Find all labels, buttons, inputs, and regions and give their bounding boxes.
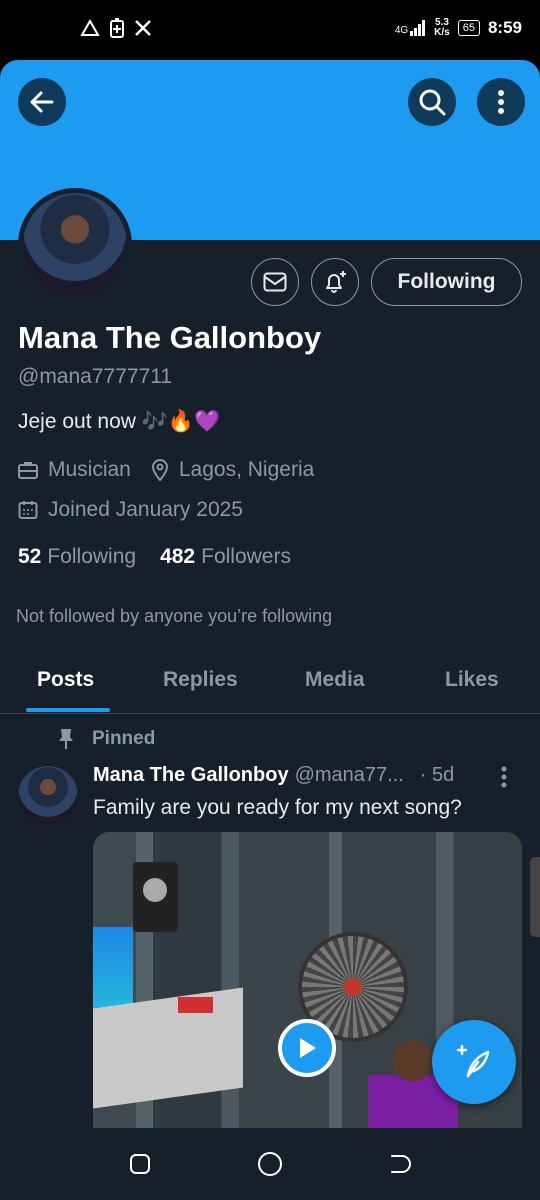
profile-photo bbox=[23, 193, 127, 297]
following-label: Following bbox=[47, 545, 137, 568]
video-scene-interface bbox=[178, 997, 213, 1013]
signal-indicator: 4G bbox=[395, 20, 426, 36]
active-tab-indicator bbox=[26, 708, 110, 712]
calendar-icon bbox=[18, 501, 38, 519]
post-author-name[interactable]: Mana The Gallonboy bbox=[93, 764, 289, 787]
play-icon bbox=[300, 1038, 316, 1058]
notifications-button[interactable] bbox=[311, 258, 359, 306]
following-button[interactable]: Following bbox=[371, 258, 522, 306]
tab-media[interactable]: Media bbox=[305, 668, 365, 692]
followers-label: Followers bbox=[201, 545, 291, 568]
more-vertical-icon bbox=[498, 90, 504, 114]
system-navigation-bar bbox=[0, 1128, 540, 1200]
profile-meta-row: Musician Lagos, Nigeria bbox=[18, 458, 314, 482]
home-circle-icon bbox=[258, 1152, 282, 1176]
message-button[interactable] bbox=[251, 258, 299, 306]
following-count: 52 bbox=[18, 545, 42, 568]
followers-count: 482 bbox=[160, 545, 196, 568]
bell-plus-icon bbox=[326, 271, 346, 293]
post-text: Family are you ready for my next song? bbox=[93, 796, 462, 819]
video-scene-desk bbox=[93, 987, 243, 1109]
compose-button[interactable] bbox=[432, 1020, 516, 1104]
play-button[interactable] bbox=[278, 1019, 336, 1077]
post-time: · 5d bbox=[419, 764, 455, 786]
back-nav-icon bbox=[391, 1155, 411, 1173]
profile-joined-row: Joined January 2025 bbox=[18, 498, 243, 522]
more-vertical-icon bbox=[501, 766, 507, 788]
pinned-label: Pinned bbox=[58, 728, 155, 750]
pin-icon bbox=[59, 729, 73, 749]
warning-triangle-icon bbox=[80, 19, 100, 36]
battery-indicator: 65 bbox=[457, 20, 480, 36]
post-header: Mana The Gallonboy @mana77... · 5d bbox=[93, 764, 454, 787]
signal-bars-icon bbox=[410, 20, 426, 36]
arrow-left-icon bbox=[30, 91, 54, 113]
briefcase-icon bbox=[18, 462, 38, 479]
network-type: 4G bbox=[394, 25, 409, 36]
back-nav-button[interactable] bbox=[386, 1150, 414, 1178]
video-scene-speaker bbox=[133, 862, 178, 932]
status-bar: 4G 5.3 K/s 65 8:59 bbox=[0, 0, 540, 60]
tab-replies[interactable]: Replies bbox=[163, 668, 238, 692]
search-icon bbox=[419, 89, 446, 116]
network-speed: 5.3 K/s bbox=[434, 18, 450, 38]
profile-location: Lagos, Nigeria bbox=[178, 458, 315, 481]
map-pin-icon bbox=[151, 459, 168, 481]
home-button[interactable] bbox=[256, 1150, 284, 1178]
post-author-avatar[interactable] bbox=[18, 766, 78, 826]
more-options-button[interactable] bbox=[477, 78, 525, 126]
profile-bio: Jeje out now 🎶🔥💜 bbox=[18, 410, 221, 433]
profile-handle: @mana7777711 bbox=[18, 365, 173, 388]
profile-name: Mana The Gallonboy bbox=[18, 320, 322, 355]
edge-panel-handle[interactable] bbox=[530, 857, 540, 937]
compose-feather-icon bbox=[456, 1044, 490, 1078]
profile-occupation: Musician bbox=[48, 458, 131, 481]
profile-joined: Joined January 2025 bbox=[48, 498, 243, 521]
battery-saver-icon bbox=[110, 18, 124, 38]
profile-tabs: Posts Replies Media Likes bbox=[0, 652, 540, 714]
post-more-button[interactable] bbox=[500, 766, 508, 793]
recents-button[interactable] bbox=[126, 1150, 154, 1178]
profile-avatar[interactable] bbox=[18, 188, 132, 302]
following-link[interactable]: 52 Following bbox=[18, 545, 136, 569]
network-speed-unit: K/s bbox=[434, 27, 450, 38]
pinned-text: Pinned bbox=[92, 728, 156, 749]
profile-screen: Following Mana The Gallonboy @mana777771… bbox=[0, 60, 540, 1128]
not-followed-notice: Not followed by anyone you’re following bbox=[16, 606, 333, 626]
tab-likes[interactable]: Likes bbox=[445, 668, 499, 692]
tab-posts[interactable]: Posts bbox=[37, 668, 94, 692]
back-button[interactable] bbox=[18, 78, 66, 126]
status-notification-icons bbox=[80, 18, 152, 38]
x-logo-icon bbox=[135, 20, 151, 36]
followers-link[interactable]: 482 Followers bbox=[160, 545, 291, 569]
search-button[interactable] bbox=[408, 78, 456, 126]
envelope-icon bbox=[263, 272, 287, 292]
clock: 8:59 bbox=[487, 18, 522, 37]
profile-stats: 52 Following 482 Followers bbox=[18, 545, 291, 569]
post-author-handle[interactable]: @mana77... bbox=[295, 764, 404, 787]
recents-icon bbox=[130, 1154, 150, 1174]
